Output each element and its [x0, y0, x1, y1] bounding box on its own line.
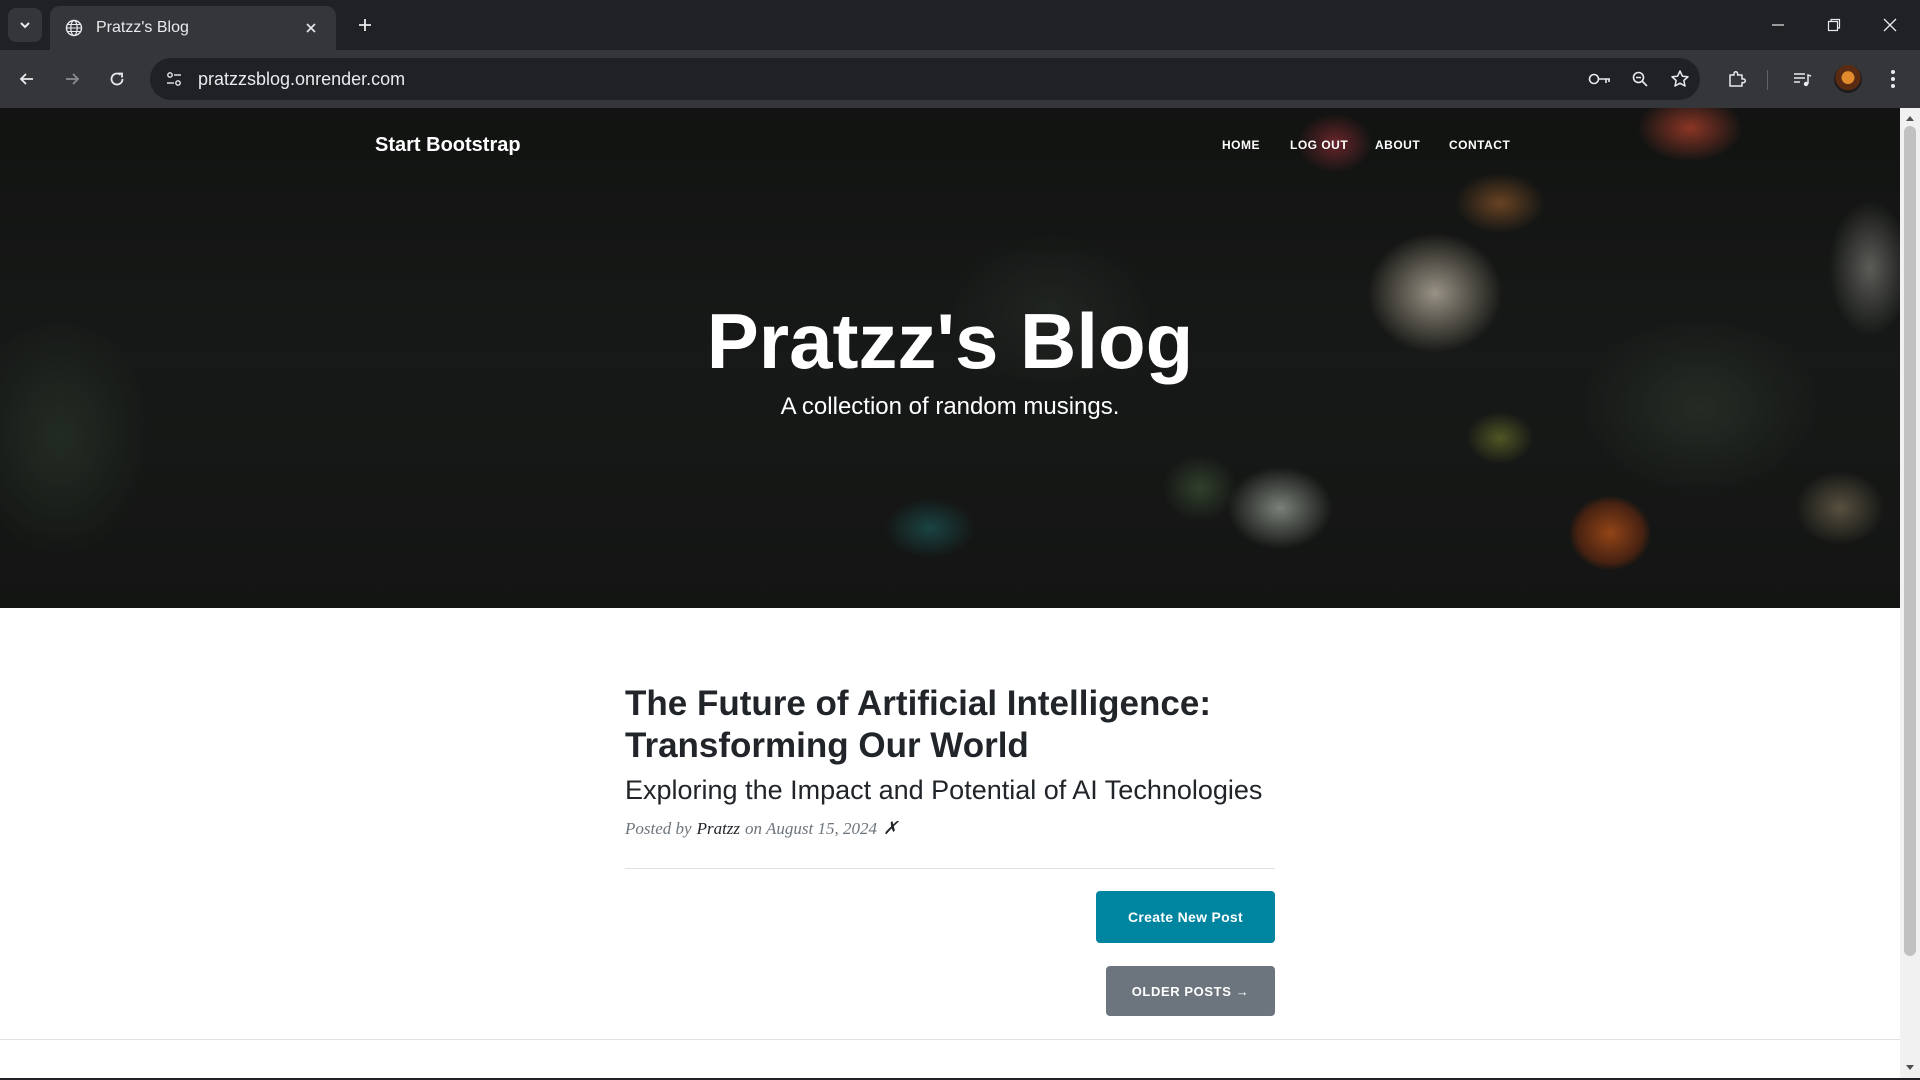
page-viewport: Start Bootstrap HOME LOG OUT ABOUT CONTA… [0, 108, 1920, 1080]
extensions-button[interactable] [1720, 62, 1754, 96]
post-meta-date: on August 15, 2024 [745, 818, 877, 838]
nav-link-contact[interactable]: CONTACT [1449, 138, 1510, 152]
arrow-right-icon [66, 73, 80, 85]
globe-icon [64, 18, 84, 38]
browser-tab-active[interactable]: Pratzz's Blog [50, 6, 336, 50]
toolbar-separator [1767, 70, 1768, 90]
post-meta-prefix: Posted by [625, 818, 692, 838]
tab-close-icon[interactable] [300, 17, 322, 39]
post-divider [625, 868, 1275, 869]
older-posts-button[interactable]: OLDER POSTS → [1106, 966, 1275, 1016]
navbar-brand-link[interactable]: Start Bootstrap [375, 134, 521, 157]
browser-toolbar: pratzzsblog.onrender.com [0, 50, 1920, 108]
password-key-icon[interactable] [1580, 59, 1620, 99]
post-preview: The Future of Artificial Intelligence: T… [625, 683, 1275, 839]
forward-button[interactable] [55, 62, 89, 96]
url-text[interactable]: pratzzsblog.onrender.com [198, 69, 1580, 90]
address-bar[interactable]: pratzzsblog.onrender.com [150, 58, 1700, 100]
bookmark-star-icon[interactable] [1660, 59, 1700, 99]
restore-button[interactable] [1806, 0, 1862, 50]
tab-search-button[interactable] [8, 8, 42, 42]
create-new-post-button[interactable]: Create New Post [1096, 891, 1275, 943]
reload-icon [110, 72, 124, 86]
site-subheading: A collection of random musings. [780, 393, 1120, 420]
close-window-button[interactable] [1862, 0, 1918, 50]
arrow-left-icon [19, 73, 33, 85]
scroll-up-arrow-icon[interactable] [1900, 110, 1920, 126]
zoom-icon[interactable] [1620, 59, 1660, 99]
post-title-link[interactable]: The Future of Artificial Intelligence: T… [625, 683, 1275, 767]
restore-icon [1827, 18, 1841, 32]
media-queue-icon [1794, 73, 1812, 87]
post-subtitle[interactable]: Exploring the Impact and Potential of AI… [625, 775, 1275, 806]
profile-avatar[interactable] [1834, 65, 1862, 93]
nav-link-home[interactable]: HOME [1222, 138, 1260, 152]
nav-link-log-out[interactable]: LOG OUT [1290, 138, 1348, 152]
browser-tab-bar: Pratzz's Blog [0, 0, 1920, 50]
close-icon [1883, 18, 1897, 32]
post-title-line-1: The Future of Artificial Intelligence: [625, 684, 1211, 723]
hero-header: Start Bootstrap HOME LOG OUT ABOUT CONTA… [0, 108, 1900, 608]
footer-divider [0, 1039, 1900, 1040]
post-title-line-2: Transforming Our World [625, 726, 1029, 765]
reload-button[interactable] [100, 62, 134, 96]
chevron-down-icon [20, 22, 30, 29]
post-author-link[interactable]: Pratzz [697, 819, 740, 839]
scrollbar-thumb[interactable] [1904, 126, 1916, 956]
site-heading: Pratzz's Blog [706, 297, 1194, 385]
back-button[interactable] [10, 62, 44, 96]
minimize-icon [1772, 24, 1784, 26]
delete-post-icon[interactable]: ✗ [883, 818, 898, 839]
site-info-icon[interactable] [154, 59, 194, 99]
media-control-button[interactable] [1785, 62, 1819, 96]
new-tab-button[interactable] [350, 10, 380, 40]
nav-link-about[interactable]: ABOUT [1375, 138, 1420, 152]
scroll-down-arrow-icon[interactable] [1900, 1060, 1920, 1076]
puzzle-icon [1729, 70, 1747, 87]
tab-title: Pratzz's Blog [96, 19, 189, 36]
minimize-button[interactable] [1750, 0, 1806, 50]
post-meta: Posted by Pratzz on August 15, 2024 ✗ [625, 818, 1275, 839]
kebab-menu-icon [1891, 70, 1895, 88]
page-scrollbar[interactable] [1900, 108, 1920, 1080]
plus-icon [359, 19, 371, 31]
browser-menu-button[interactable] [1876, 62, 1910, 96]
